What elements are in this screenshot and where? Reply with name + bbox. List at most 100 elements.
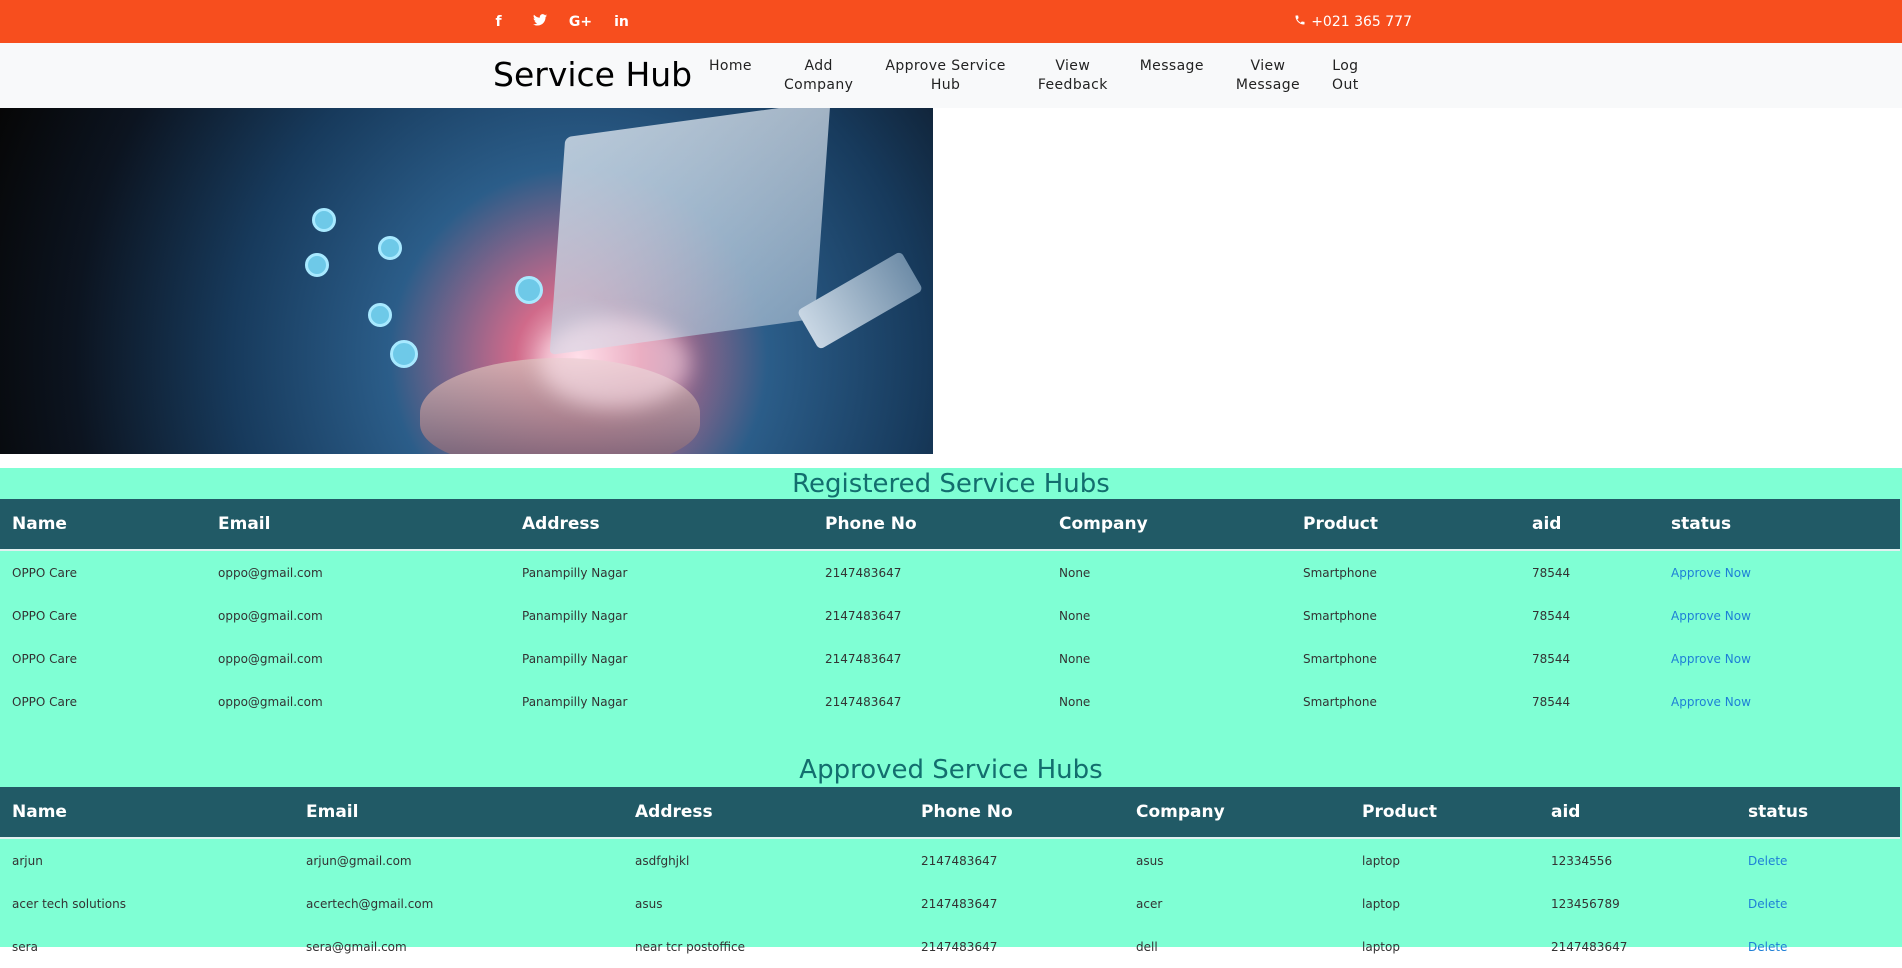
nav-menu: Home Add Company Approve Service Hub View F…	[693, 57, 1375, 95]
phone-contact: +021 365 777	[1294, 0, 1412, 43]
table-cell: OPPO Care	[12, 608, 77, 623]
table-cell: oppo@gmail.com	[218, 694, 323, 709]
nav-view-feedback[interactable]: View Feedback	[1022, 57, 1124, 95]
delete-link[interactable]: Delete	[1736, 838, 1900, 882]
registered-hubs-table: Name Email Address Phone No Company Product ai…	[0, 499, 1900, 723]
table-cell: Panampilly Nagar	[522, 694, 628, 709]
twitter-icon[interactable]	[519, 13, 560, 30]
table-cell: 78544	[1532, 608, 1571, 623]
nav-message[interactable]: Message	[1124, 57, 1220, 95]
nav-view-message[interactable]: View Message	[1220, 57, 1316, 95]
table-cell: Smartphone	[1303, 608, 1377, 623]
column-header: Company	[1047, 499, 1291, 551]
table-cell: 78544	[1532, 651, 1571, 666]
column-header: status	[1736, 787, 1900, 839]
column-header: Phone No	[813, 499, 1047, 551]
nav-log-out[interactable]: Log Out	[1316, 57, 1375, 95]
table-cell: asus	[635, 896, 663, 911]
table-cell: None	[1059, 651, 1091, 666]
table-cell: Smartphone	[1303, 565, 1377, 580]
table-header-row: Name Email Address Phone No Company Product ai…	[0, 787, 1900, 839]
table-cell: oppo@gmail.com	[218, 565, 323, 580]
column-header: Address	[510, 499, 813, 551]
table-cell: oppo@gmail.com	[218, 651, 323, 666]
approve-now-link[interactable]: Approve Now	[1659, 637, 1900, 680]
table-cell: oppo@gmail.com	[218, 608, 323, 623]
phone-number: +021 365 777	[1311, 13, 1412, 30]
approved-hubs-table: Name Email Address Phone No Company Product ai…	[0, 787, 1900, 968]
network-node	[378, 236, 402, 260]
google-plus-icon[interactable]: G+	[560, 14, 601, 30]
hero-image	[0, 108, 933, 454]
column-header: Name	[0, 499, 206, 551]
nav-approve-service-hub[interactable]: Approve Service Hub	[869, 57, 1021, 95]
column-header: Product	[1350, 787, 1539, 839]
network-node	[312, 208, 336, 232]
nav-add-company[interactable]: Add Company	[768, 57, 869, 95]
table-cell: acertech@gmail.com	[306, 896, 434, 911]
table-row: OPPO Care oppo@gmail.com Panampilly Nagar 2…	[0, 637, 1900, 680]
column-header: aid	[1520, 499, 1659, 551]
glow-graphic	[540, 318, 690, 408]
column-header: Product	[1291, 499, 1520, 551]
table-cell: OPPO Care	[12, 651, 77, 666]
approve-now-link[interactable]: Approve Now	[1659, 550, 1900, 594]
network-node	[368, 303, 392, 327]
brand-logo[interactable]: Service Hub	[493, 55, 692, 94]
delete-link[interactable]: Delete	[1736, 882, 1900, 925]
approved-hubs-title: Approved Service Hubs	[799, 755, 1103, 785]
table-cell: 2147483647	[825, 651, 902, 666]
table-cell: 12334556	[1551, 853, 1613, 868]
table-cell: 78544	[1532, 694, 1571, 709]
approved-hubs-section: Approved Service Hubs Name Email Address Ph…	[0, 753, 1902, 954]
table-cell: acer tech solutions	[12, 896, 126, 911]
table-cell: Panampilly Nagar	[522, 651, 628, 666]
table-cell: None	[1059, 694, 1091, 709]
social-links: f G+ in	[478, 0, 642, 43]
top-bar: f G+ in +021 365 777	[0, 0, 1902, 43]
table-cell: arjun@gmail.com	[306, 853, 412, 868]
table-cell: laptop	[1362, 896, 1400, 911]
table-cell: acer	[1136, 896, 1163, 911]
column-header: Address	[623, 787, 909, 839]
table-cell: Panampilly Nagar	[522, 565, 628, 580]
table-cell: None	[1059, 608, 1091, 623]
table-cell: OPPO Care	[12, 565, 77, 580]
table-cell: arjun	[12, 853, 43, 868]
table-row: OPPO Care oppo@gmail.com Panampilly Nagar 2…	[0, 680, 1900, 723]
column-header: Name	[0, 787, 294, 839]
column-header: status	[1659, 499, 1900, 551]
column-header: Phone No	[909, 787, 1124, 839]
table-row: acer tech solutions acertech@gmail.com asu…	[0, 882, 1900, 925]
table-cell: Smartphone	[1303, 694, 1377, 709]
column-header: aid	[1539, 787, 1736, 839]
approve-now-link[interactable]: Approve Now	[1659, 594, 1900, 637]
network-node	[305, 253, 329, 277]
network-node	[515, 276, 543, 304]
nav-home[interactable]: Home	[693, 57, 768, 95]
table-cell: 2147483647	[921, 853, 998, 868]
linkedin-icon[interactable]: in	[601, 14, 642, 30]
approve-now-link[interactable]: Approve Now	[1659, 680, 1900, 723]
column-header: Company	[1124, 787, 1350, 839]
registered-hubs-section: Registered Service Hubs Name Email Address…	[0, 468, 1902, 753]
table-cell: 2147483647	[825, 565, 902, 580]
table-cell: laptop	[1362, 853, 1400, 868]
table-cell: 2147483647	[825, 694, 902, 709]
table-row: OPPO Care oppo@gmail.com Panampilly Nagar 2…	[0, 550, 1900, 594]
table-cell: None	[1059, 565, 1091, 580]
phone-icon	[1294, 14, 1306, 30]
table-cell: asdfghjkl	[635, 853, 690, 868]
table-cell: OPPO Care	[12, 694, 77, 709]
column-header: Email	[206, 499, 510, 551]
facebook-icon[interactable]: f	[478, 14, 519, 30]
laptop-graphic	[549, 108, 831, 356]
network-node	[390, 340, 418, 368]
table-header-row: Name Email Address Phone No Company Product ai…	[0, 499, 1900, 551]
table-cell: asus	[1136, 853, 1164, 868]
registered-hubs-title: Registered Service Hubs	[792, 469, 1110, 499]
table-cell: 123456789	[1551, 896, 1620, 911]
table-row: OPPO Care oppo@gmail.com Panampilly Nagar 2…	[0, 594, 1900, 637]
table-cell: Panampilly Nagar	[522, 608, 628, 623]
table-row: arjun arjun@gmail.com asdfghjkl 2147483647 a…	[0, 838, 1900, 882]
